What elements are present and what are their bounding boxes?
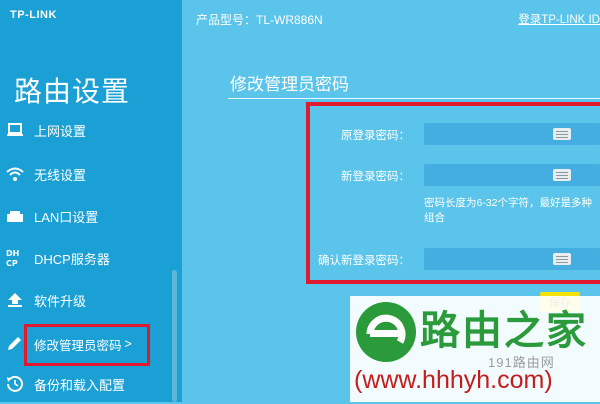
sidebar-item-label: 无线设置 [34,167,87,183]
pencil-icon [4,333,26,355]
brand-logo: TP-LINK [10,9,57,21]
chevron-right-icon: > [124,337,132,351]
watermark-logo-icon [356,302,416,362]
upload-icon [4,289,26,311]
confirm-password-input[interactable] [424,248,600,270]
keyboard-icon[interactable] [553,169,571,181]
login-tplink-id-link[interactable]: 登录TP-LINK ID [518,11,600,27]
watermark-url: (www.hhhyh.com) [354,366,553,394]
confirm-password-label: 确认新登录密码： [318,255,410,267]
sidebar-item-backup[interactable]: 备份和载入配置 [0,364,172,404]
laptop-icon [4,119,26,141]
sidebar-item-label: LAN口设置 [34,209,99,225]
sidebar-item-upgrade[interactable]: 软件升级 [0,280,172,320]
old-password-input[interactable] [424,123,600,145]
sidebar-item-dhcp[interactable]: DH CP DHCP服务器 [0,238,172,278]
lan-port-icon [4,205,26,227]
dhcp-icon: DH CP [4,247,26,269]
password-hint-line1: 密码长度为6-32个字符，最好是多种 [424,197,593,209]
sidebar-item-label: DHCP服务器 [34,251,110,267]
keyboard-icon[interactable] [553,253,571,265]
product-model: 产品型号：TL-WR886N [196,13,323,27]
sidebar-item-wireless[interactable]: 无线设置 [0,154,172,194]
password-hint: 密码长度为6-32个字符，最好是多种 组合 [424,196,600,226]
page-title: 修改管理员密码 [230,75,349,94]
sidebar-scrollbar[interactable] [172,270,177,402]
new-password-input[interactable] [424,164,600,186]
sidebar-item-label: 修改管理员密码 [34,338,122,353]
sidebar-item-admin-password[interactable]: 修改管理员密码 > [0,324,172,364]
wifi-icon [4,163,26,185]
old-password-label: 原登录密码： [341,130,410,142]
sidebar: TP-LINK 路由设置 上网设置 无线设置 LAN口设置 DH CP DHCP服… [0,0,182,402]
new-password-label: 新登录密码： [341,171,410,183]
sidebar-item-label: 软件升级 [34,293,87,309]
sidebar-item-lan[interactable]: LAN口设置 [0,196,172,236]
title-divider [228,98,600,99]
sidebar-item-internet[interactable]: 上网设置 [0,110,172,150]
watermark-title: 路由之家 [420,308,588,354]
password-hint-line2: 组合 [424,212,445,224]
svg-text:CP: CP [6,259,18,268]
sidebar-item-label: 备份和载入配置 [34,377,126,393]
sidebar-title: 路由设置 [14,75,131,108]
keyboard-icon[interactable] [553,128,571,140]
svg-text:DH: DH [6,249,19,258]
sidebar-item-label: 上网设置 [34,123,87,139]
restore-icon [4,373,26,395]
